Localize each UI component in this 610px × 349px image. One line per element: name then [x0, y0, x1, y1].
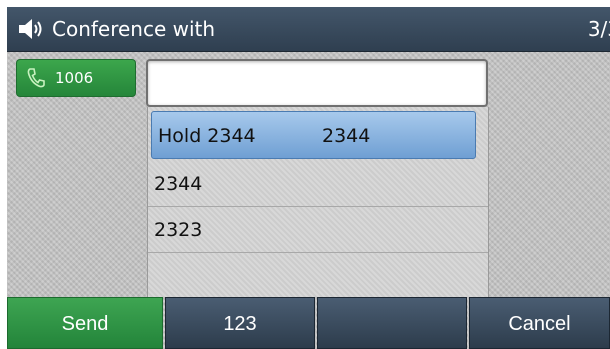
- send-button[interactable]: Send: [7, 297, 163, 349]
- line-key-label: 1006: [55, 69, 94, 87]
- cancel-button[interactable]: Cancel: [469, 297, 610, 349]
- softkey-bar: Send 123 Cancel: [7, 297, 610, 349]
- call-title: Conference with: [52, 17, 216, 41]
- contact-name: 2344: [154, 173, 203, 195]
- contact-list: Hold 2344 2344 2344 2323: [147, 107, 489, 297]
- contact-row[interactable]: 2344: [148, 161, 488, 207]
- contact-number: 2344: [322, 125, 371, 147]
- speaker-icon: [19, 19, 42, 39]
- contact-row-empty: [148, 253, 488, 299]
- contact-name: 2323: [154, 219, 203, 241]
- contact-name: Hold 2344: [158, 125, 256, 147]
- page-indicator: 3/3: [587, 17, 610, 41]
- input-mode-button[interactable]: 123: [165, 297, 315, 349]
- contact-row-selected[interactable]: Hold 2344 2344: [151, 111, 476, 159]
- contact-row[interactable]: 2323: [148, 207, 488, 253]
- line-key-1006[interactable]: 1006: [16, 59, 136, 97]
- empty-softkey[interactable]: [317, 297, 467, 349]
- title-bar: Conference with 3/3: [7, 7, 610, 52]
- number-input[interactable]: [146, 59, 488, 107]
- phone-handset-icon: [27, 68, 45, 88]
- phone-screen: Conference with 3/3 1006 Hold 2344 2344 …: [7, 7, 610, 349]
